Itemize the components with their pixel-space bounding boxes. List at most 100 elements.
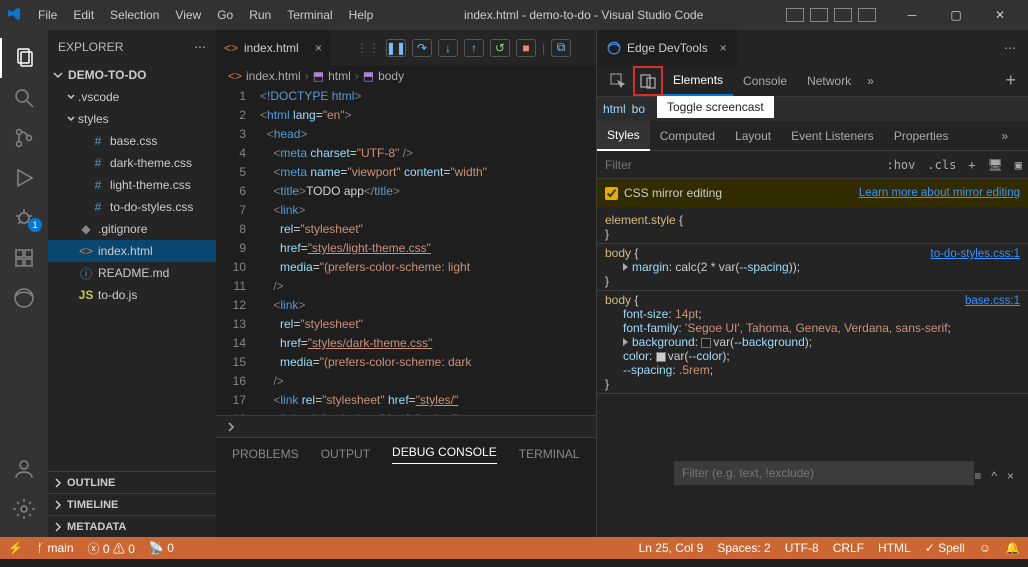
tree-item-to-do-js[interactable]: JSto-do.js [48,284,216,306]
devtools-tab-console[interactable]: Console [733,66,797,96]
cls-toggle[interactable]: .cls [921,158,962,172]
minimize-button[interactable]: ─ [890,0,934,30]
styles-tab-event-listeners[interactable]: Event Listeners [781,121,884,151]
code-editor[interactable]: <!DOCTYPE html><html lang="en"> <head> <… [260,87,596,415]
debug-console-filter-input[interactable] [674,461,974,485]
spell-status[interactable]: ✓ Spell [925,541,965,555]
tree-item-dark-theme-css[interactable]: #dark-theme.css [48,152,216,174]
tree-item-light-theme-css[interactable]: #light-theme.css [48,174,216,196]
styles-tab-layout[interactable]: Layout [725,121,781,151]
edge-tools-icon[interactable] [0,278,48,318]
language-mode[interactable]: HTML [878,541,911,555]
source-control-icon[interactable] [0,118,48,158]
debug-alt-icon[interactable] [0,198,48,238]
drag-handle-icon[interactable]: ⋮⋮ [356,41,380,55]
breadcrumbs[interactable]: <> index.html›⬒ html›⬒ body [216,65,596,87]
hov-toggle[interactable]: :hov [880,158,921,172]
styles-more-icon[interactable]: » [991,121,1018,151]
devtools-tab-network[interactable]: Network [797,66,861,96]
styles-tab-styles[interactable]: Styles [597,121,650,151]
search-icon[interactable] [0,78,48,118]
panel-tab-output[interactable]: OUTPUT [321,447,370,461]
devtools-more-tabs-icon[interactable]: » [861,74,880,88]
debug-step-over-button[interactable]: ↷ [412,39,432,57]
title-bar: FileEditSelectionViewGoRunTerminalHelp i… [0,0,1028,30]
tab-close-icon[interactable]: × [315,41,322,55]
eol-status[interactable]: CRLF [833,541,864,555]
computed-toggle-icon[interactable]: ▣ [1009,158,1028,172]
problems-status[interactable]: ⓧ 0 ⚠ 0 [88,540,135,557]
menu-terminal[interactable]: Terminal [279,4,340,26]
tree-item-styles[interactable]: styles [48,108,216,130]
panel-tab-terminal[interactable]: TERMINAL [519,447,580,461]
tree-item-to-do-styles-css[interactable]: #to-do-styles.css [48,196,216,218]
menu-selection[interactable]: Selection [102,4,167,26]
styles-rules[interactable]: element.style {}body {to-do-styles.css:1… [597,207,1028,537]
feedback-icon[interactable]: ☺ [979,541,991,555]
indent-status[interactable]: Spaces: 2 [717,541,770,555]
devtools-tab-elements[interactable]: Elements [663,66,733,96]
activity-badge: 1 [28,218,42,232]
styles-tab-properties[interactable]: Properties [884,121,959,151]
debug-step-into-button[interactable]: ↓ [438,39,458,57]
debug-extra-button[interactable]: ⧉ [551,39,571,57]
panel-close-icon[interactable]: × [1007,469,1014,483]
tree-item--gitignore[interactable]: ◆.gitignore [48,218,216,240]
remote-indicator[interactable]: ⚡ [8,541,23,555]
devtools-add-tab-icon[interactable]: + [1005,70,1016,91]
debug-restart-button[interactable]: ↺ [490,39,510,57]
panel-maximize-icon[interactable]: ^ [991,469,997,483]
menu-view[interactable]: View [167,4,209,26]
settings-gear-icon[interactable] [0,489,48,529]
mirror-editing-label: CSS mirror editing [624,186,722,200]
new-style-rule-icon[interactable]: + [962,158,981,172]
cursor-position[interactable]: Ln 25, Col 9 [639,541,704,555]
panel-tab-problems[interactable]: PROBLEMS [232,447,299,461]
notifications-icon[interactable]: 🔔 [1005,541,1020,555]
debug-pause-button[interactable]: ❚❚ [386,39,406,57]
menu-go[interactable]: Go [209,4,241,26]
status-bar: ⚡ ᚶ main ⓧ 0 ⚠ 0 📡 0 Ln 25, Col 9 Spaces… [0,537,1028,559]
tree-item-README-md[interactable]: ⓘREADME.md [48,262,216,284]
extensions-icon[interactable] [0,238,48,278]
section-outline[interactable]: OUTLINE [48,471,216,493]
menu-help[interactable]: Help [341,4,382,26]
menu-file[interactable]: File [30,4,65,26]
git-branch[interactable]: ᚶ main [37,541,74,555]
toggle-screencast-icon[interactable] [633,66,663,96]
device-icon[interactable]: 🖥 [982,158,1009,172]
debug-step-out-button[interactable]: ↑ [464,39,484,57]
close-button[interactable]: ✕ [978,0,1022,30]
styles-tab-computed[interactable]: Computed [650,121,725,151]
html-file-icon: <> [224,41,238,55]
tree-item--vscode[interactable]: .vscode [48,86,216,108]
menu-edit[interactable]: Edit [65,4,102,26]
encoding-status[interactable]: UTF-8 [785,541,819,555]
devtools-tab-close-icon[interactable]: × [720,41,727,55]
tree-item-base-css[interactable]: #base.css [48,130,216,152]
port-status[interactable]: 📡 0 [149,541,174,555]
menu-run[interactable]: Run [241,4,279,26]
mirror-learn-more-link[interactable]: Learn more about mirror editing [859,187,1020,199]
mirror-editing-checkbox[interactable] [605,187,618,200]
panel-tab-debug-console[interactable]: DEBUG CONSOLE [392,445,497,464]
styles-filter-input[interactable] [597,152,880,178]
explorer-more-icon[interactable]: ⋯ [194,40,206,54]
debug-stop-button[interactable]: ■ [516,39,536,57]
explorer-sidebar: EXPLORER ⋯ DEMO-TO-DO .vscodestyles#base… [48,30,216,537]
layout-controls[interactable] [786,8,890,22]
explorer-icon[interactable] [0,38,48,78]
section-timeline[interactable]: TIMELINE [48,493,216,515]
section-metadata[interactable]: METADATA [48,515,216,537]
editor-tab-index-html[interactable]: <> index.html × [216,30,331,65]
tree-item-index-html[interactable]: <>index.html [48,240,216,262]
inspect-element-icon[interactable] [603,66,633,96]
accounts-icon[interactable] [0,449,48,489]
devtools-more-icon[interactable]: ⋯ [1004,41,1016,55]
maximize-button[interactable]: ▢ [934,0,978,30]
run-debug-icon[interactable] [0,158,48,198]
project-header[interactable]: DEMO-TO-DO [48,64,216,86]
devtools-tab[interactable]: Edge DevTools × [597,30,737,65]
editor-bottom-breadcrumb[interactable] [216,415,596,437]
panel-settings-icon[interactable]: ≡ [974,469,981,483]
